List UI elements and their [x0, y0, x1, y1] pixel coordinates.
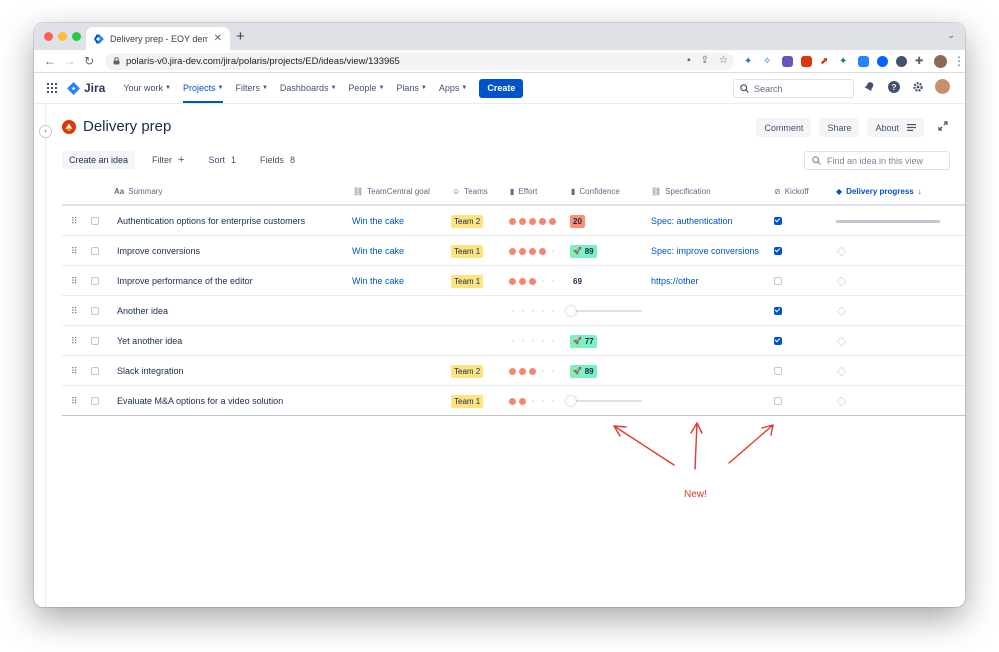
- arrow-right: [728, 424, 774, 464]
- new-annotation-label: New!: [684, 489, 707, 500]
- arrow-center: [690, 422, 703, 470]
- arrow-left: [613, 425, 675, 466]
- browser-window: Delivery prep - EOY demo - Jira ✕ + ⌄ ← …: [34, 23, 965, 607]
- annotation-arrows: [613, 422, 774, 470]
